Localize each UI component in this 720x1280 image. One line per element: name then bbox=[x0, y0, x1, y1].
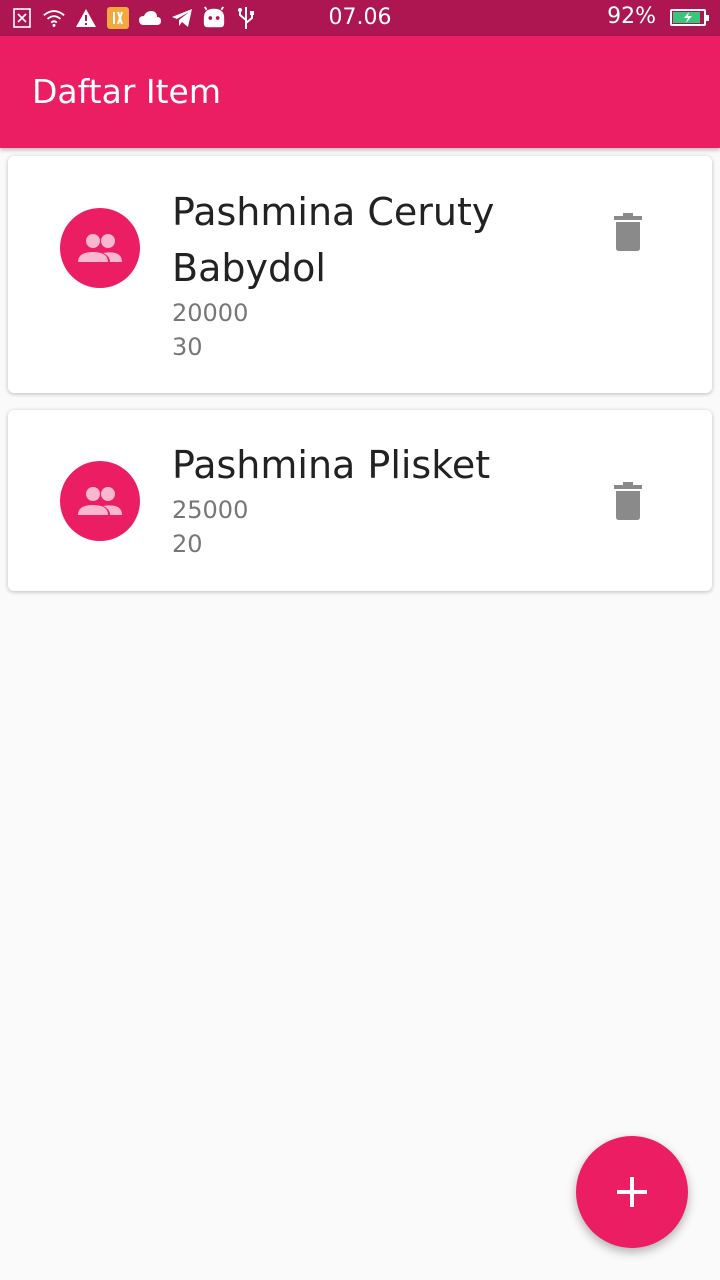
people-icon bbox=[78, 234, 122, 262]
item-card[interactable]: Pashmina Plisket 25000 20 bbox=[8, 410, 712, 591]
delete-button[interactable] bbox=[604, 208, 652, 256]
plus-icon bbox=[617, 1177, 647, 1207]
trash-icon bbox=[614, 213, 642, 251]
item-stock: 30 bbox=[172, 333, 203, 361]
item-details: Pashmina Plisket 25000 20 bbox=[172, 437, 592, 561]
app-bar: Daftar Item bbox=[0, 36, 720, 148]
avatar bbox=[60, 208, 140, 288]
people-icon bbox=[78, 487, 122, 515]
item-name: Pashmina Plisket bbox=[172, 443, 491, 487]
add-item-button[interactable] bbox=[576, 1136, 688, 1248]
avatar bbox=[60, 461, 140, 541]
item-price: 20000 bbox=[172, 299, 249, 327]
item-details: Pashmina Ceruty Babydol 20000 30 bbox=[172, 184, 592, 364]
battery-percent: 92% bbox=[607, 4, 656, 29]
trash-icon bbox=[614, 482, 642, 520]
battery-icon bbox=[670, 9, 709, 26]
status-bar: 07.06 92% bbox=[0, 0, 720, 36]
item-name: Pashmina Ceruty Babydol bbox=[172, 190, 495, 290]
page-title: Daftar Item bbox=[32, 72, 222, 111]
item-card[interactable]: Pashmina Ceruty Babydol 20000 30 bbox=[8, 156, 712, 393]
delete-button[interactable] bbox=[604, 477, 652, 525]
item-price: 25000 bbox=[172, 496, 249, 524]
item-stock: 20 bbox=[172, 530, 203, 558]
